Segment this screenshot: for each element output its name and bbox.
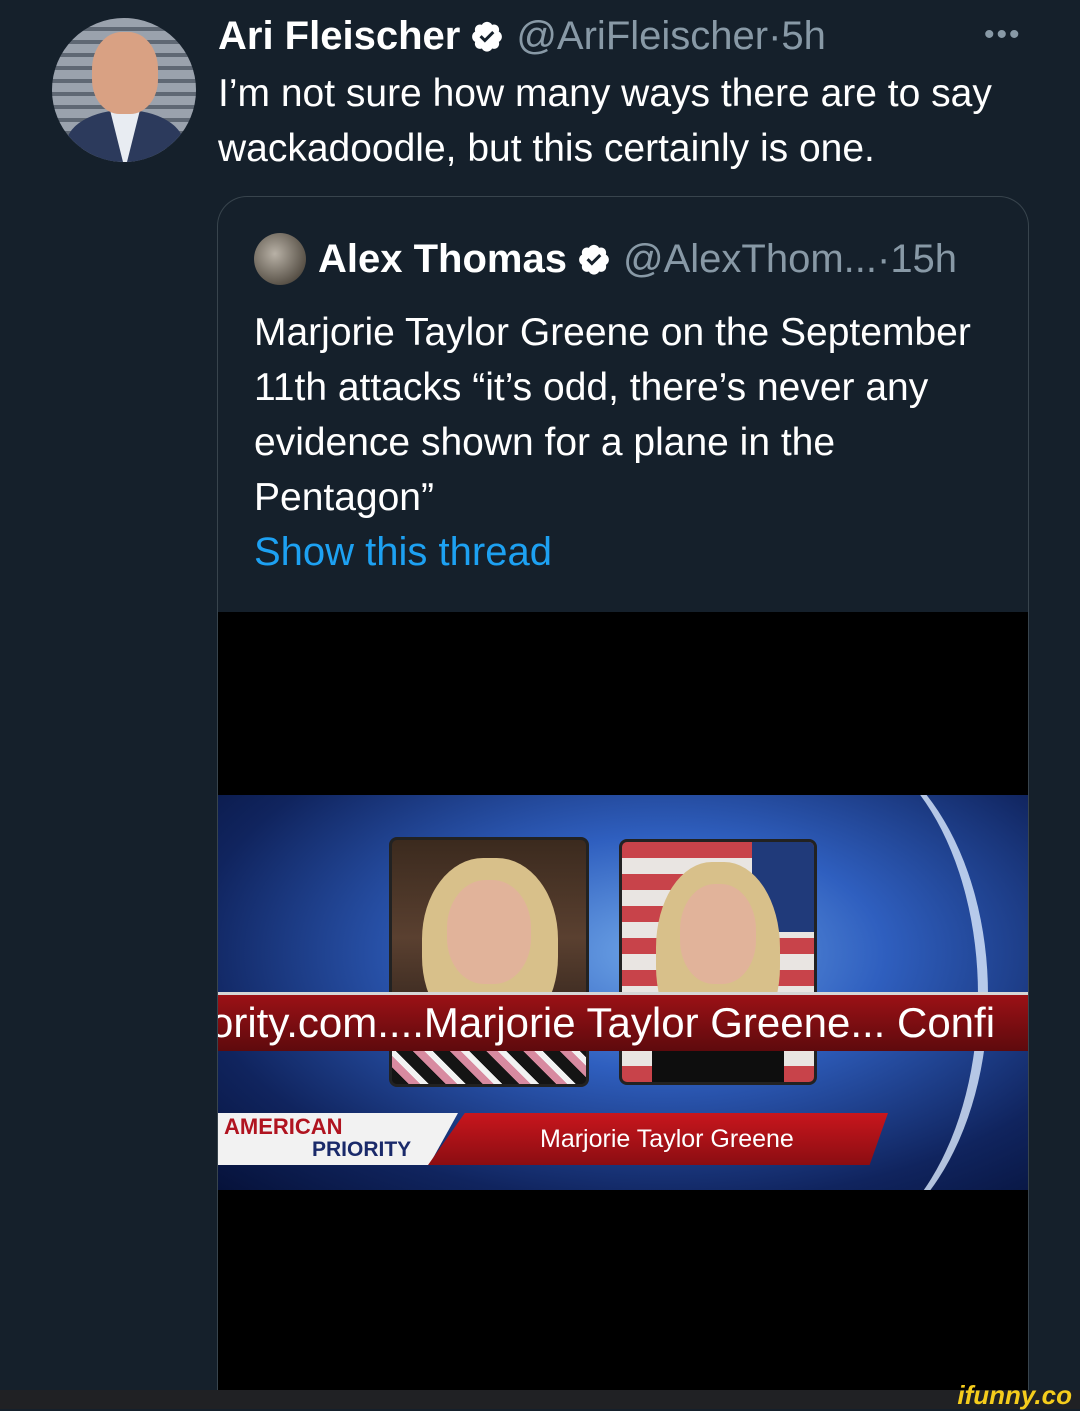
author-name[interactable]: Ari Fleischer bbox=[218, 14, 460, 59]
watermark: ifunny.co bbox=[957, 1380, 1072, 1410]
brand-line-1: AMERICAN bbox=[224, 1114, 343, 1139]
tweet-time[interactable]: 5h bbox=[781, 14, 826, 59]
lower-third-name: Marjorie Taylor Greene bbox=[540, 1125, 794, 1153]
author-handle[interactable]: @AriFleischer bbox=[516, 14, 768, 59]
quoted-tweet-time[interactable]: 15h bbox=[890, 237, 957, 282]
header-separator: · bbox=[768, 13, 782, 58]
show-thread-link[interactable]: Show this thread bbox=[254, 530, 552, 575]
verified-badge-icon bbox=[577, 242, 611, 276]
quoted-tweet-header: Alex Thomas @AlexThom... · 15h bbox=[318, 233, 957, 285]
quoted-header-separator: · bbox=[876, 236, 891, 281]
verified-badge-icon bbox=[470, 19, 504, 53]
quoted-tweet-text: Marjorie Taylor Greene on the September … bbox=[254, 311, 971, 519]
tweet-card[interactable]: Ari Fleischer @AriFleischer · 5h ••• I’m… bbox=[0, 0, 1080, 1391]
ticker-text: ority.com....Marjorie Taylor Greene... C… bbox=[217, 999, 996, 1046]
brand-line-2: PRIORITY bbox=[312, 1138, 412, 1161]
bottom-bar bbox=[0, 1390, 1080, 1409]
quoted-author-avatar[interactable] bbox=[254, 233, 306, 285]
quoted-author-name[interactable]: Alex Thomas bbox=[318, 237, 567, 282]
quoted-tweet[interactable]: Alex Thomas @AlexThom... · 15h Marjorie … bbox=[217, 196, 1029, 1391]
tweet-text: I’m not sure how many ways there are to … bbox=[218, 72, 992, 170]
more-horizontal-icon[interactable]: ••• bbox=[984, 18, 1022, 52]
lower-third: AMERICAN PRIORITY Marjorie Taylor Greene bbox=[218, 1113, 1028, 1171]
video-player[interactable]: AMERICAN PRIORITY Marjorie Taylor Greene… bbox=[218, 612, 1028, 1391]
news-ticker: ority.com....Marjorie Taylor Greene... C… bbox=[218, 992, 1028, 1051]
tweet-header: Ari Fleischer @AriFleischer · 5h bbox=[218, 12, 826, 60]
author-avatar[interactable] bbox=[52, 18, 196, 162]
quoted-author-handle[interactable]: @AlexThom... bbox=[623, 237, 877, 282]
